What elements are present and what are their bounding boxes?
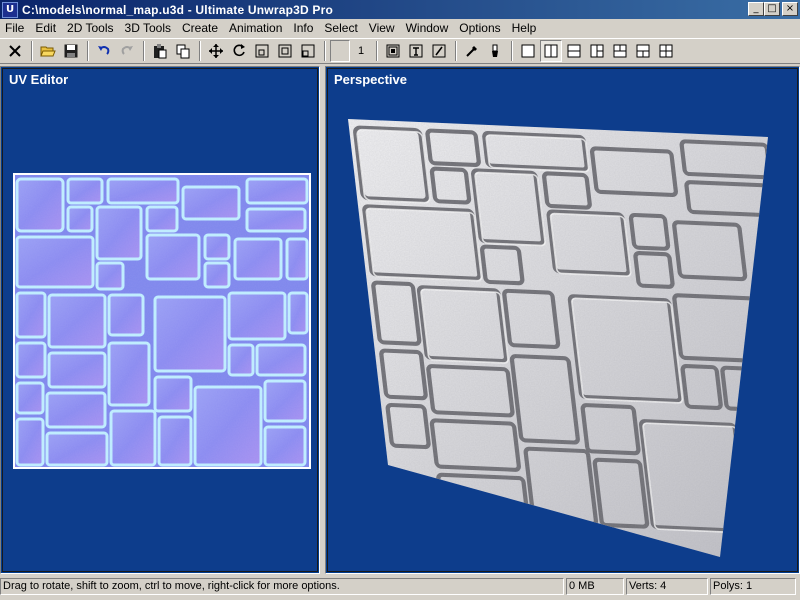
open-button[interactable] (37, 40, 59, 62)
layout-three-top-button[interactable] (609, 40, 631, 62)
menu-animation[interactable]: Animation (224, 19, 288, 37)
toolbar: 1 (0, 38, 800, 64)
perspective-mesh-plane[interactable] (328, 69, 799, 573)
redo-icon (121, 46, 133, 55)
perspective-panel[interactable]: Perspective (325, 66, 800, 574)
move-tool-button[interactable] (205, 40, 227, 62)
uv-channel-2-button[interactable]: 1 (351, 40, 371, 62)
delete-button[interactable] (4, 40, 26, 62)
layout-split-vertical-button[interactable] (540, 40, 562, 62)
select-text-icon (409, 44, 423, 58)
paint-icon (492, 44, 498, 57)
eyedropper-button[interactable] (461, 40, 483, 62)
copy-icon (176, 44, 190, 59)
toolbar-separator (199, 41, 201, 61)
toolbar-separator (376, 41, 378, 61)
minimize-button[interactable]: _ (748, 2, 764, 16)
menu-edit[interactable]: Edit (30, 19, 62, 37)
menu-2d-tools[interactable]: 2D Tools (62, 19, 119, 37)
save-icon (64, 44, 78, 58)
scale-corner-icon (301, 44, 315, 58)
menu-select[interactable]: Select (319, 19, 363, 37)
menu-help[interactable]: Help (507, 19, 543, 37)
toolbar-separator (511, 41, 513, 61)
layout-single-icon (521, 44, 535, 58)
uv-editor-panel[interactable]: UV Editor (0, 66, 320, 574)
toolbar-separator (31, 41, 33, 61)
undo-button[interactable] (93, 40, 115, 62)
uv-normal-map-texture[interactable] (13, 173, 311, 469)
status-polys: Polys: 1 (710, 578, 796, 595)
copy-button[interactable] (172, 40, 194, 62)
title-bar: U C:\models\normal_map.u3d - Ultimate Un… (0, 0, 800, 19)
paint-button[interactable] (484, 40, 506, 62)
menu-file[interactable]: File (0, 19, 30, 37)
layout-four-icon (659, 44, 673, 58)
eyedropper-icon (466, 46, 477, 57)
layout-three-bottom-button[interactable] (632, 40, 654, 62)
select-vertex-icon (386, 44, 400, 58)
toolbar-separator (143, 41, 145, 61)
uv-channel-1-button[interactable] (330, 40, 350, 62)
menu-view[interactable]: View (364, 19, 401, 37)
rotate-icon (233, 44, 245, 57)
scale-corner-tool-button[interactable] (297, 40, 319, 62)
paste-icon (154, 44, 167, 59)
menu-info[interactable]: Info (288, 19, 319, 37)
layout-split-horizontal-button[interactable] (563, 40, 585, 62)
status-hint: Drag to rotate, shift to zoom, ctrl to m… (0, 578, 564, 595)
menu-options[interactable]: Options (454, 19, 506, 37)
close-button[interactable]: × (782, 2, 798, 16)
scale-center-icon (278, 44, 292, 58)
perspective-viewport[interactable]: Perspective (327, 68, 798, 572)
status-memory: 0 MB (566, 578, 624, 595)
toolbar-separator (87, 41, 89, 61)
status-verts: Verts: 4 (626, 578, 708, 595)
scale-center-tool-button[interactable] (274, 40, 296, 62)
undo-icon (98, 46, 110, 55)
window-title: C:\models\normal_map.u3d - Ultimate Unwr… (22, 2, 333, 17)
layout-three-bottom-icon (636, 44, 650, 58)
move-icon (209, 44, 223, 58)
menu-3d-tools[interactable]: 3D Tools (120, 19, 177, 37)
layout-three-left-button[interactable] (586, 40, 608, 62)
layout-four-button[interactable] (655, 40, 677, 62)
app-icon[interactable]: U (2, 1, 18, 18)
delete-icon (9, 45, 21, 57)
select-vertex-button[interactable] (382, 40, 404, 62)
window-controls: _ □ × (748, 2, 798, 16)
save-button[interactable] (60, 40, 82, 62)
toolbar-separator (455, 41, 457, 61)
select-text-button[interactable] (405, 40, 427, 62)
layout-single-button[interactable] (517, 40, 539, 62)
uv-editor-title: UV Editor (9, 72, 69, 87)
scale-icon (255, 44, 269, 58)
select-edit-button[interactable] (428, 40, 450, 62)
open-folder-icon (40, 46, 56, 57)
paste-button[interactable] (149, 40, 171, 62)
rotate-tool-button[interactable] (228, 40, 250, 62)
maximize-button[interactable]: □ (764, 2, 780, 16)
uv-editor-viewport[interactable]: UV Editor (2, 68, 318, 572)
menu-create[interactable]: Create (177, 19, 224, 37)
select-edit-icon (432, 44, 446, 58)
layout-three-top-icon (613, 44, 627, 58)
toolbar-separator (324, 41, 326, 61)
menu-bar: File Edit 2D Tools 3D Tools Create Anima… (0, 19, 800, 37)
scale-tool-button[interactable] (251, 40, 273, 62)
layout-three-left-icon (590, 44, 604, 58)
layout-split-horizontal-icon (567, 44, 581, 58)
layout-split-vertical-icon (544, 44, 558, 58)
menu-window[interactable]: Window (401, 19, 455, 37)
status-bar: Drag to rotate, shift to zoom, ctrl to m… (0, 577, 800, 596)
redo-button[interactable] (116, 40, 138, 62)
